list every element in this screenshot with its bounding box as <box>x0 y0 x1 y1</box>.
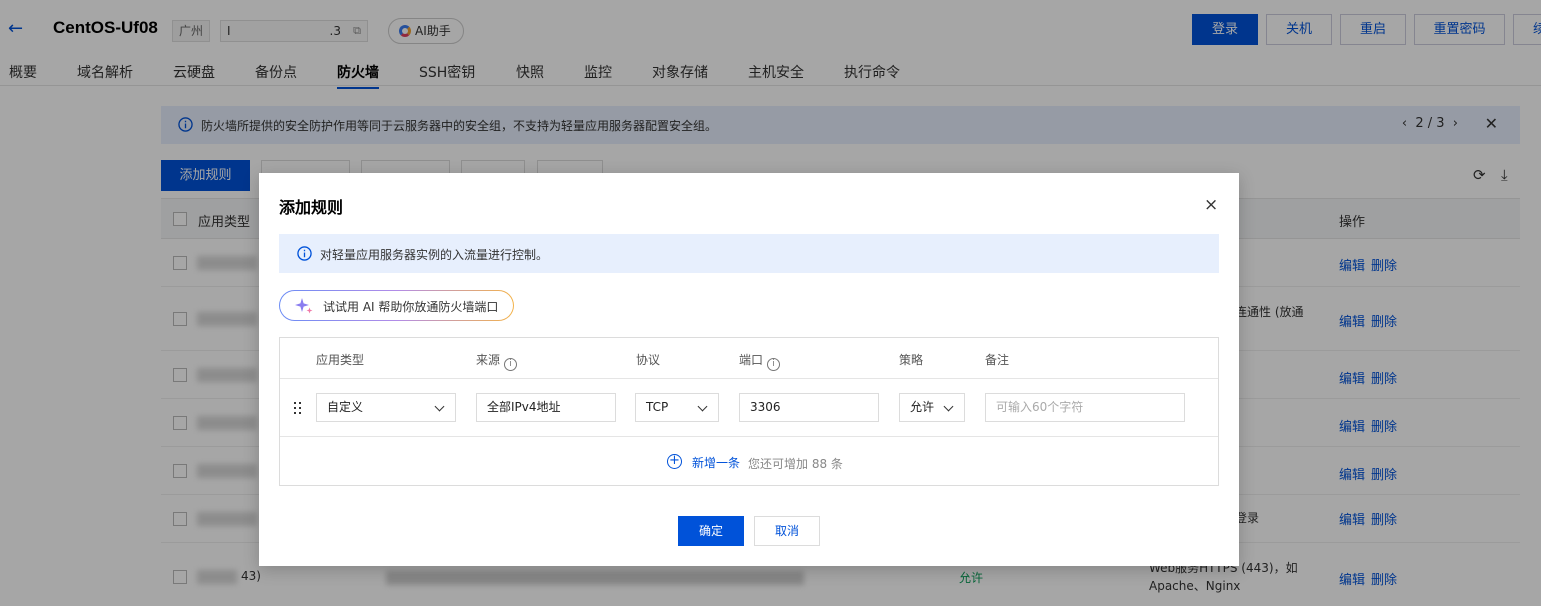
protocol-value: TCP <box>646 400 669 414</box>
dialog-info-banner: 对轻量应用服务器实例的入流量进行控制。 <box>279 234 1219 273</box>
rule-grid: 应用类型 来源 i 协议 端口 i 策略 备注 自定义 全部IPv4地址 TCP 3… <box>279 337 1219 486</box>
dialog-info-text: 对轻量应用服务器实例的入流量进行控制。 <box>320 248 549 262</box>
add-row-area: + 新增一条 您还可增加 88 条 <box>280 438 1218 486</box>
source-input[interactable]: 全部IPv4地址 <box>476 393 616 422</box>
col-app-type-label: 应用类型 <box>316 353 365 367</box>
info-icon <box>297 246 312 261</box>
add-row-link[interactable]: 新增一条 <box>692 454 740 471</box>
chevron-down-icon <box>943 401 954 412</box>
cancel-button[interactable]: 取消 <box>754 516 820 546</box>
close-icon[interactable]: × <box>1204 195 1218 215</box>
remark-input[interactable]: 可输入60个字符 <box>985 393 1185 422</box>
ai-help-label: 试试用 AI 帮助你放通防火墙端口 <box>323 300 499 314</box>
add-circle-icon[interactable]: + <box>667 454 682 469</box>
col-source-label: 来源 <box>476 353 501 367</box>
app-type-value: 自定义 <box>327 400 364 414</box>
ai-help-button[interactable]: 试试用 AI 帮助你放通防火墙端口 <box>279 290 514 321</box>
confirm-button[interactable]: 确定 <box>678 516 744 546</box>
protocol-select[interactable]: TCP <box>635 393 719 422</box>
source-help-icon[interactable]: i <box>504 358 518 371</box>
app-type-select[interactable]: 自定义 <box>316 393 456 422</box>
col-policy: 策略 <box>899 351 923 368</box>
col-protocol-label: 协议 <box>636 353 661 367</box>
col-port: 端口 i <box>739 351 781 371</box>
add-row-hint: 您还可增加 88 条 <box>748 457 843 471</box>
chevron-down-icon <box>434 401 445 412</box>
policy-select[interactable]: 允许 <box>899 393 965 422</box>
dialog-title: 添加规则 <box>279 198 344 217</box>
col-port-label: 端口 <box>739 353 764 367</box>
sparkle-icon <box>295 298 313 314</box>
drag-handle-icon[interactable] <box>292 400 304 416</box>
col-policy-label: 策略 <box>899 353 924 367</box>
col-source: 来源 i <box>476 351 518 371</box>
col-app-type: 应用类型 <box>316 351 364 368</box>
rule-grid-header: 应用类型 来源 i 协议 端口 i 策略 备注 <box>280 338 1218 379</box>
col-remark: 备注 <box>985 351 1009 368</box>
port-input[interactable]: 3306 <box>739 393 879 422</box>
col-remark-label: 备注 <box>985 353 1010 367</box>
chevron-down-icon <box>697 401 708 412</box>
port-help-icon[interactable]: i <box>767 358 781 371</box>
add-rule-dialog: 添加规则 × 对轻量应用服务器实例的入流量进行控制。 试试用 AI 帮助你放通防… <box>259 173 1239 566</box>
rule-row: 自定义 全部IPv4地址 TCP 3306 允许 可输入60个字符 <box>280 379 1218 437</box>
policy-value: 允许 <box>910 400 935 414</box>
col-protocol: 协议 <box>636 351 660 368</box>
ai-help-inner: 试试用 AI 帮助你放通防火墙端口 <box>280 291 513 320</box>
